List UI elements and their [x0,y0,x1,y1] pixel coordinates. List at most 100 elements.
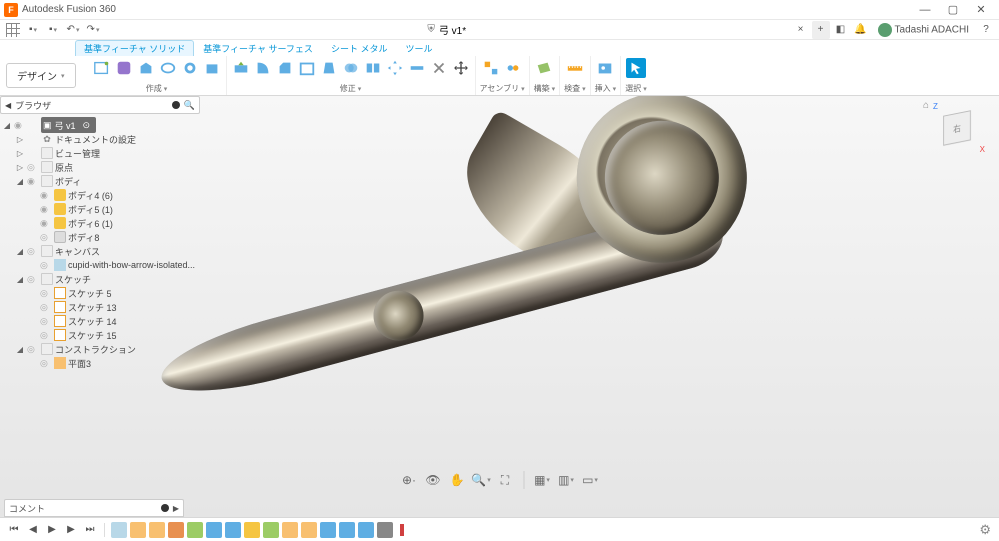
close-window-button[interactable]: ✕ [967,0,995,20]
settings-dot-icon[interactable] [161,504,169,512]
tab-solid[interactable]: 基準フィーチャ ソリッド [75,40,194,56]
minimize-button[interactable]: — [911,0,939,20]
node-body4[interactable]: ◉ボディ4 (6) [2,188,200,202]
tab-sheetmetal[interactable]: シート メタル [322,40,397,56]
data-panel-button[interactable] [4,21,22,39]
timeline-feature[interactable] [206,522,222,538]
ribbon-label-modify[interactable]: 修正▾ [340,83,362,95]
node-body5[interactable]: ◉ボディ5 (1) [2,202,200,216]
close-doc-button[interactable]: × [792,21,810,39]
split-icon[interactable] [363,58,383,78]
comments-panel[interactable]: コメント ▶ [4,499,184,517]
timeline-feature[interactable] [244,522,260,538]
display-settings-button[interactable]: ▦▾ [533,471,551,489]
timeline-feature[interactable] [263,522,279,538]
select-icon[interactable] [626,58,646,78]
plane-icon[interactable] [534,58,554,78]
hole-icon[interactable] [180,58,200,78]
home-view-icon[interactable]: ⌂ [923,100,929,111]
timeline-first-button[interactable]: ⏮ [6,522,22,538]
extrude-icon[interactable] [136,58,156,78]
ribbon-label-construct[interactable]: 構築▾ [534,83,556,95]
timeline-play-button[interactable]: ▶ [44,522,60,538]
document-tab[interactable]: ⛨ 弓 v1* [419,21,474,39]
notifications-button[interactable]: 🔔 [852,21,870,39]
measure-icon[interactable] [565,58,585,78]
viewports-button[interactable]: ▭▾ [581,471,599,489]
node-construction[interactable]: ◢◎コンストラクション [2,342,200,356]
fit-button[interactable]: ⛶ [496,471,514,489]
timeline-feature[interactable] [282,522,298,538]
new-doc-button[interactable]: + [812,21,830,39]
settings-dot-icon[interactable] [172,101,180,109]
insert-icon[interactable] [595,58,615,78]
timeline-feature[interactable] [358,522,374,538]
tab-surface[interactable]: 基準フィーチャ サーフェス [194,40,322,56]
help-button[interactable]: ? [977,21,995,39]
node-view-mgmt[interactable]: ▷ビュー管理 [2,146,200,160]
extensions-button[interactable]: ◧ [832,21,850,39]
node-sketch5[interactable]: ◎スケッチ 5 [2,286,200,300]
file-menu-button[interactable]: ▪▾ [24,21,42,39]
node-doc-settings[interactable]: ▷✿ドキュメントの設定 [2,132,200,146]
redo-button[interactable]: ↷▾ [84,21,102,39]
node-body8[interactable]: ◎ボディ8 [2,230,200,244]
user-account[interactable]: Tadashi ADACHI [872,23,975,37]
align-icon[interactable] [407,58,427,78]
node-canvases[interactable]: ◢◎キャンバス [2,244,200,258]
delete-icon[interactable] [429,58,449,78]
ribbon-label-insert[interactable]: 挿入▾ [595,83,617,95]
timeline-settings-button[interactable]: ⚙ [979,522,991,538]
node-plane3[interactable]: ◎平面3 [2,356,200,370]
node-body6[interactable]: ◉ボディ6 (1) [2,216,200,230]
timeline-feature[interactable] [130,522,146,538]
ribbon-label-inspect[interactable]: 検査▾ [564,83,586,95]
tab-tools[interactable]: ツール [396,40,441,56]
combine-icon[interactable] [341,58,361,78]
fillet-icon[interactable] [253,58,273,78]
draft-icon[interactable] [319,58,339,78]
revolve-icon[interactable] [158,58,178,78]
view-cube[interactable]: ⌂ Z 右 X [935,106,979,150]
timeline-feature[interactable] [168,522,184,538]
presspull-icon[interactable] [231,58,251,78]
node-bodies[interactable]: ◢◉ボディ [2,174,200,188]
undo-button[interactable]: ↶▾ [64,21,82,39]
component-icon[interactable] [481,58,501,78]
look-button[interactable]: 👁 [424,471,442,489]
grid-settings-button[interactable]: ▥▾ [557,471,575,489]
timeline-track[interactable] [400,527,993,533]
timeline-feature[interactable] [320,522,336,538]
shell-icon[interactable] [297,58,317,78]
joint-icon[interactable] [503,58,523,78]
move-icon[interactable] [385,58,405,78]
cube-face[interactable]: 右 [943,110,971,146]
expand-icon[interactable]: ▶ [173,504,179,513]
timeline-feature[interactable] [377,522,393,538]
timeline-marker[interactable] [400,524,404,536]
node-sketch14[interactable]: ◎スケッチ 14 [2,314,200,328]
form-icon[interactable] [114,58,134,78]
timeline-feature[interactable] [187,522,203,538]
node-origin[interactable]: ▷◎原点 [2,160,200,174]
zoom-button[interactable]: 🔍▾ [472,471,490,489]
search-icon[interactable]: 🔍 [184,100,195,111]
root-node-row[interactable]: ◢◉▣弓 v1⊙ [2,118,200,132]
workspace-switcher[interactable]: デザイン▾ [6,63,76,88]
ribbon-label-create[interactable]: 作成▾ [146,83,168,95]
ribbon-label-select[interactable]: 選択▾ [625,83,647,95]
node-canvas1[interactable]: ◎cupid-with-bow-arrow-isolated... [2,258,200,272]
ribbon-label-assembly[interactable]: アセンブリ▾ [480,83,525,95]
timeline-prev-button[interactable]: ◀ [25,522,41,538]
save-button[interactable]: ▪▾ [44,21,62,39]
timeline-feature[interactable] [301,522,317,538]
timeline-feature[interactable] [149,522,165,538]
timeline-feature[interactable] [225,522,241,538]
pan-button[interactable]: ✋ [448,471,466,489]
timeline-next-button[interactable]: ▶ [63,522,79,538]
maximize-button[interactable]: ▢ [939,0,967,20]
cross-arrows-icon[interactable] [451,58,471,78]
box-icon[interactable] [202,58,222,78]
node-sketch15[interactable]: ◎スケッチ 15 [2,328,200,342]
node-sketch13[interactable]: ◎スケッチ 13 [2,300,200,314]
